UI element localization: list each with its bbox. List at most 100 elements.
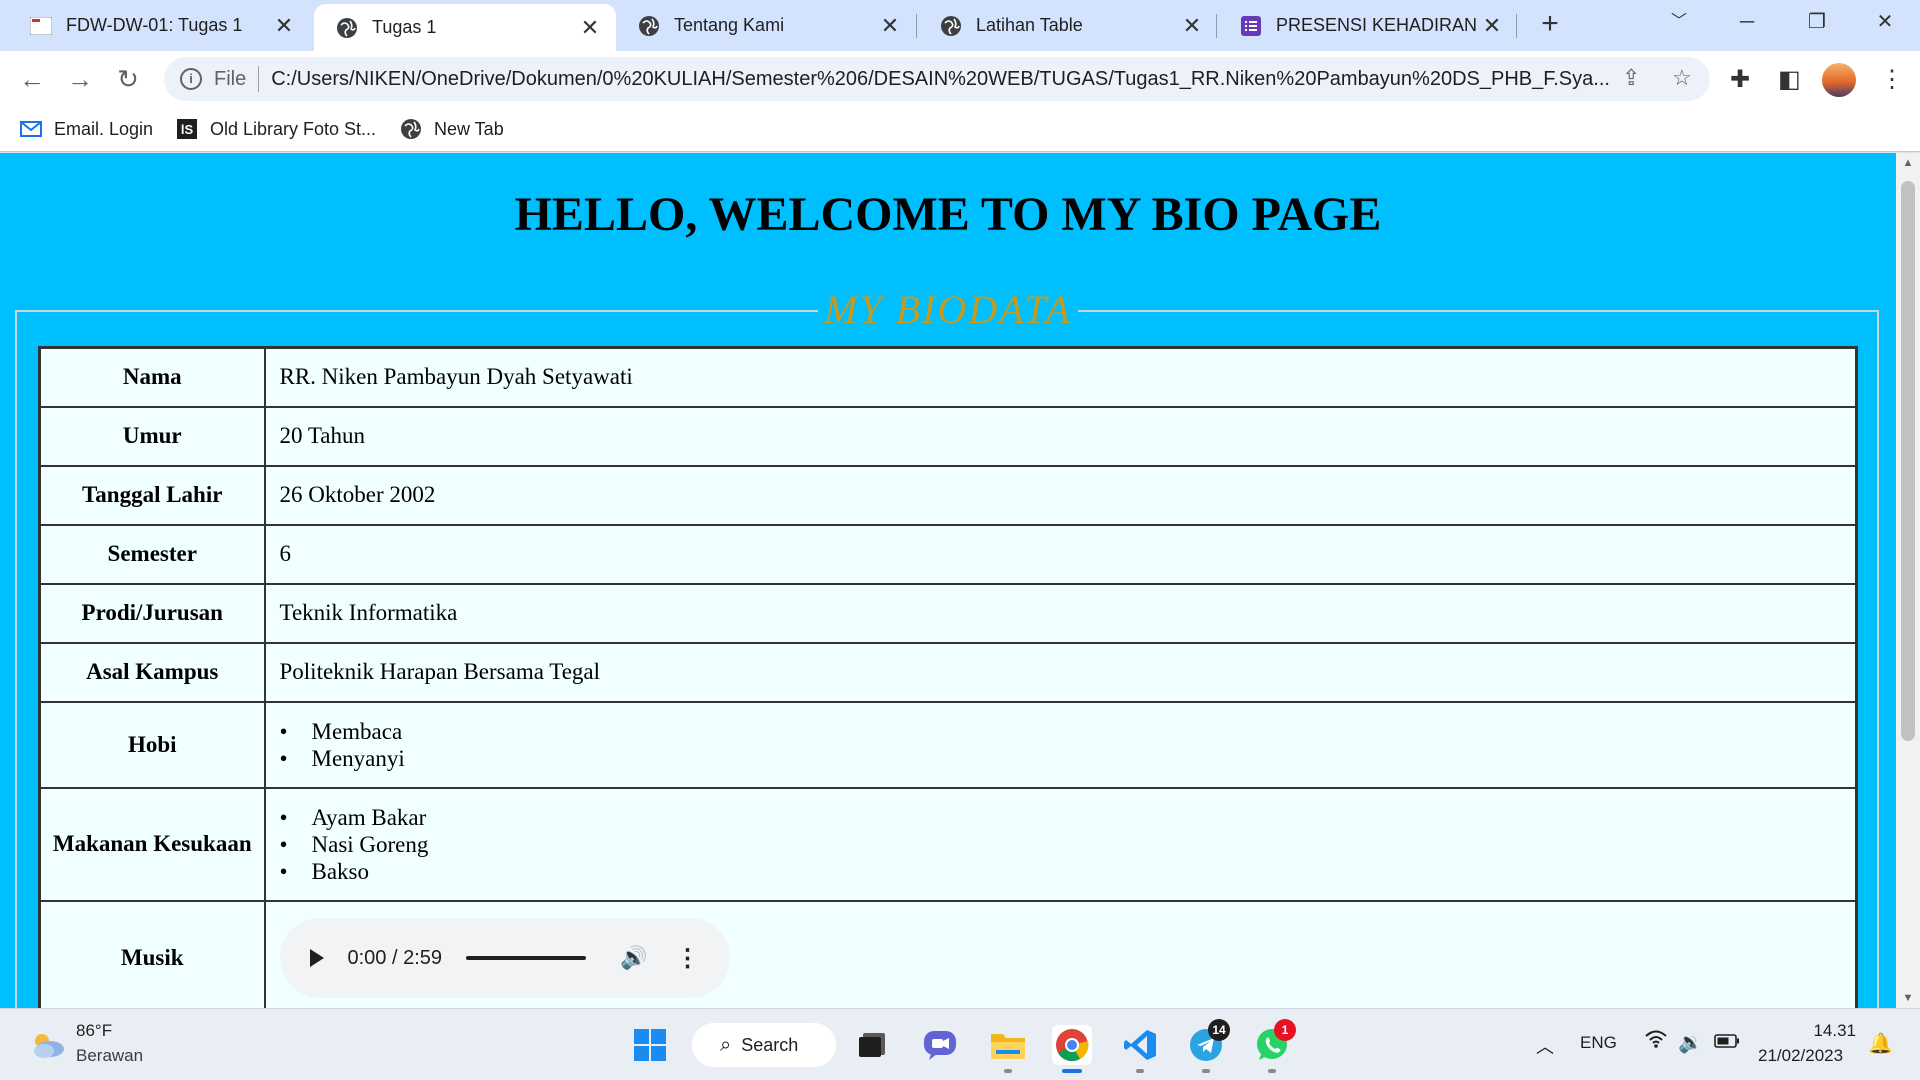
close-icon[interactable]: ✕ (878, 13, 902, 39)
forms-icon (1240, 15, 1262, 37)
hobby-list: Membaca Menyanyi (280, 718, 1842, 772)
tab-tentang-kami[interactable]: Tentang Kami ✕ (616, 0, 916, 51)
row-label: Umur (38, 405, 266, 467)
scroll-down-icon[interactable]: ▼ (1896, 992, 1920, 1004)
weather-temp[interactable]: 86°F (76, 1021, 112, 1041)
play-icon[interactable] (309, 949, 324, 968)
page-title: HELLO, WELCOME TO MY BIO PAGE (514, 188, 1382, 241)
reload-button[interactable]: ↻ (108, 59, 148, 99)
bookmark-label: New Tab (434, 118, 504, 139)
running-indicator (1004, 1069, 1012, 1073)
row-label: Semester (38, 523, 266, 585)
side-panel-icon[interactable]: ◧ (1778, 65, 1801, 94)
tab-latihan-table[interactable]: Latihan Table ✕ (918, 0, 1218, 51)
taskbar-search[interactable]: ⌕ Search (692, 1023, 836, 1067)
weather-desc[interactable]: Berawan (76, 1046, 143, 1066)
bookmark-label: Old Library Foto St... (210, 118, 377, 139)
row-value: Politeknik Harapan Bersama Tegal (263, 641, 1858, 703)
list-item: Nasi Goreng (280, 831, 1842, 858)
library-icon: lS (176, 118, 198, 140)
audio-player: 0:00 / 2:59 🔊 ⋮ (279, 918, 730, 999)
forward-button[interactable]: → (60, 59, 100, 99)
chevron-up-icon[interactable]: ︿ (1536, 1033, 1554, 1059)
tab-search-button[interactable]: ﹀ (1654, 0, 1704, 44)
table-row: Musik 0:00 / 2:59 🔊 ⋮ (38, 899, 1858, 1008)
search-icon: ⌕ (720, 1033, 732, 1056)
active-indicator (1062, 1069, 1082, 1073)
chat-icon[interactable] (920, 1025, 960, 1065)
row-value: Ayam Bakar Nasi Goreng Bakso (263, 786, 1858, 902)
browser-toolbar: ← → ↻ i File C:/Users/NIKEN/OneDrive/Dok… (0, 51, 1920, 107)
close-window-button[interactable]: ✕ (1860, 0, 1910, 44)
tab-separator (916, 14, 917, 38)
svg-text:lS: lS (181, 122, 194, 137)
file-explorer-icon[interactable] (988, 1025, 1028, 1065)
row-label: Tanggal Lahir (38, 464, 266, 526)
restore-button[interactable]: ❐ (1792, 0, 1842, 44)
scrollbar-thumb[interactable] (1901, 181, 1915, 741)
share-icon[interactable]: ⇪ (1622, 65, 1640, 91)
url-scheme: File (214, 67, 247, 90)
url-text[interactable]: C:/Users/NIKEN/OneDrive/Dokumen/0%20KULI… (271, 68, 1651, 91)
volume-icon[interactable]: 🔊 (620, 945, 647, 971)
language-indicator[interactable]: ENG (1580, 1033, 1617, 1053)
row-value: RR. Niken Pambayun Dyah Setyawati (263, 346, 1858, 408)
row-value: Membaca Menyanyi (263, 700, 1858, 789)
globe-icon (940, 15, 962, 37)
back-button[interactable]: ← (12, 59, 52, 99)
tab-title: Tugas 1 (372, 17, 437, 37)
scroll-up-icon[interactable]: ▲ (1896, 157, 1920, 169)
cloud-icon[interactable] (28, 1031, 66, 1059)
bookmark-new-tab[interactable]: New Tab (400, 115, 504, 143)
windows-start-icon[interactable] (630, 1025, 670, 1065)
table-row: Semester 6 (38, 523, 1858, 585)
running-indicator (1202, 1069, 1210, 1073)
more-options-icon[interactable]: ⋮ (675, 944, 699, 973)
close-icon[interactable]: ✕ (1480, 13, 1504, 39)
taskbar: 86°F Berawan ⌕ Search 14 1 ︿ ENG 🔉 14.31 (0, 1008, 1920, 1080)
biodata-table: Nama RR. Niken Pambayun Dyah Setyawati U… (38, 346, 1858, 1008)
chrome-icon[interactable] (1052, 1025, 1092, 1065)
tab-strip: FDW-DW-01: Tugas 1 ✕ Tugas 1 ✕ Tentang K… (0, 0, 1920, 51)
audio-progress-slider[interactable] (466, 956, 587, 961)
list-item: Bakso (280, 858, 1842, 885)
tab-tugas-1[interactable]: Tugas 1 ✕ (314, 4, 616, 51)
page-scrollbar[interactable]: ▲ ▼ (1896, 153, 1920, 1008)
menu-icon[interactable]: ⋮ (1880, 65, 1904, 94)
tab-presensi[interactable]: PRESENSI KEHADIRAN ✕ (1218, 0, 1518, 51)
biodata-legend-wrap: MY BIODATA (0, 286, 1896, 333)
vscode-icon[interactable] (1120, 1025, 1160, 1065)
tab-fdw[interactable]: FDW-DW-01: Tugas 1 ✕ (8, 0, 310, 51)
row-label: Makanan Kesukaan (38, 786, 266, 902)
running-indicator (1136, 1069, 1144, 1073)
battery-icon[interactable] (1714, 1033, 1740, 1054)
list-item: Ayam Bakar (280, 804, 1842, 831)
clock-date[interactable]: 21/02/2023 (1758, 1046, 1843, 1066)
task-view-icon[interactable] (852, 1025, 892, 1065)
search-label: Search (741, 1034, 799, 1055)
volume-icon[interactable]: 🔉 (1678, 1030, 1703, 1055)
info-icon[interactable]: i (180, 68, 202, 90)
bookmark-email-login[interactable]: Email. Login (20, 115, 153, 143)
tab-title: PRESENSI KEHADIRAN (1276, 15, 1478, 35)
minimize-button[interactable]: ─ (1722, 0, 1772, 44)
new-tab-button[interactable]: + (1532, 6, 1568, 42)
row-value: Teknik Informatika (263, 582, 1858, 644)
notification-icon[interactable]: 🔔 (1868, 1031, 1893, 1056)
clock-time[interactable]: 14.31 (1808, 1021, 1856, 1041)
avatar[interactable] (1822, 63, 1856, 97)
wifi-icon[interactable] (1644, 1029, 1668, 1055)
audio-time: 0:00 / 2:59 (347, 946, 443, 969)
close-icon[interactable]: ✕ (272, 13, 296, 39)
extensions-icon[interactable]: ✚ (1730, 65, 1750, 94)
close-icon[interactable]: ✕ (1180, 13, 1204, 39)
table-row: Prodi/Jurusan Teknik Informatika (38, 582, 1858, 644)
bookmark-old-library[interactable]: lS Old Library Foto St... (176, 115, 376, 143)
star-icon[interactable]: ☆ (1672, 65, 1692, 91)
address-bar[interactable]: i File C:/Users/NIKEN/OneDrive/Dokumen/0… (164, 57, 1710, 101)
close-icon[interactable]: ✕ (578, 15, 602, 41)
row-label: Asal Kampus (38, 641, 266, 703)
mail-icon (20, 118, 42, 140)
row-value: 20 Tahun (263, 405, 1858, 467)
row-value: 0:00 / 2:59 🔊 ⋮ (263, 899, 1858, 1008)
